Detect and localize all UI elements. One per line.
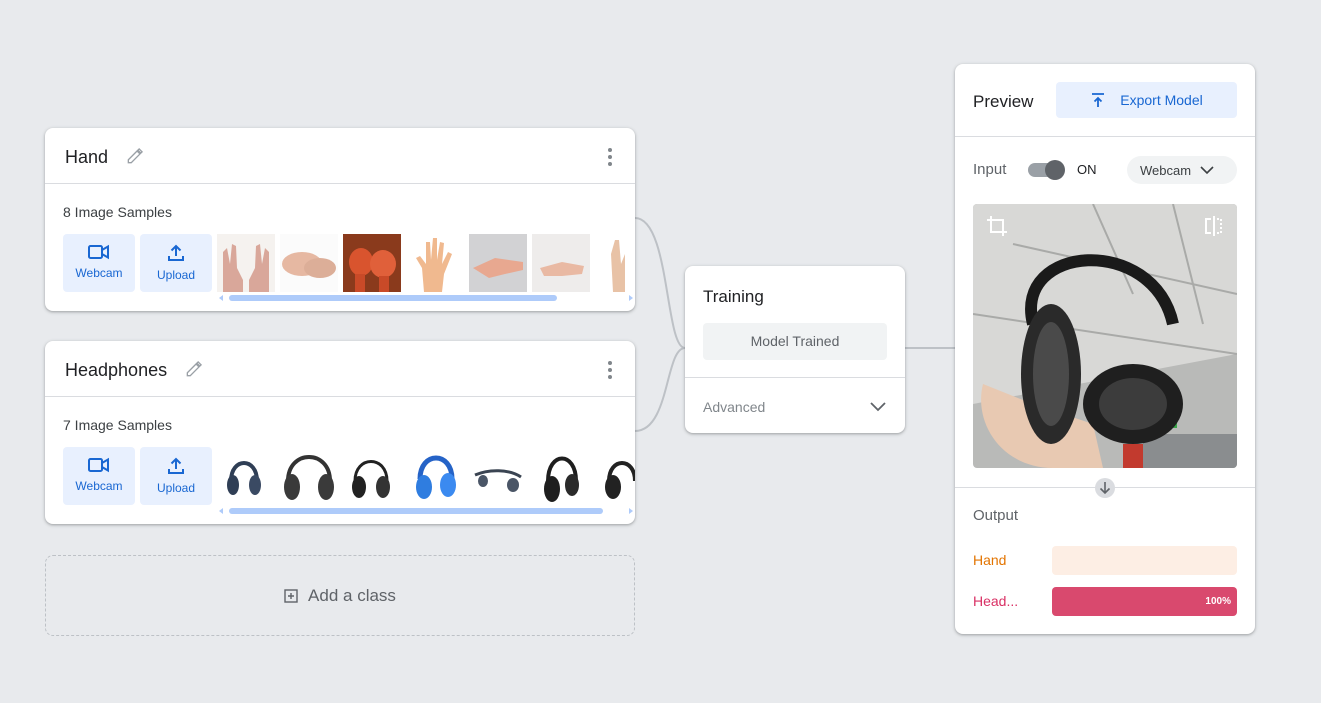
video-camera-icon [88, 457, 109, 473]
sample-thumbnail[interactable] [469, 234, 527, 292]
add-box-icon [284, 588, 298, 603]
webcam-label: Webcam [75, 479, 123, 493]
sample-thumbnail[interactable] [280, 447, 338, 505]
input-toggle-knob[interactable] [1045, 160, 1065, 180]
arrow-down-icon [1095, 478, 1115, 498]
webcam-feed-image [973, 204, 1237, 468]
more-options-icon[interactable] [607, 361, 613, 379]
input-label: Input [973, 161, 1007, 178]
upload-icon [168, 244, 184, 261]
sample-thumbnail[interactable] [532, 234, 590, 292]
scroll-left-arrow[interactable] [219, 295, 223, 301]
upload-label: Upload [156, 268, 196, 282]
preview-title: Preview [973, 92, 1034, 111]
upload-label: Upload [156, 481, 196, 495]
class-header: Hand [45, 128, 635, 184]
add-class-label: Add a class [308, 585, 396, 605]
output-class-label: Head... [973, 593, 1019, 609]
toggle-state: ON [1077, 162, 1097, 177]
thumbnail-scrollbar[interactable] [219, 295, 633, 301]
confidence-bar: 100% [1052, 587, 1237, 616]
add-class-button[interactable]: Add a class [45, 555, 635, 636]
preview-card: Preview Export Model Input ON Webcam Out… [955, 64, 1255, 634]
thumbnail-scrollbar[interactable] [219, 508, 633, 514]
class-name[interactable]: Hand [65, 147, 108, 168]
advanced-toggle-label[interactable]: Advanced [703, 399, 765, 415]
webcam-button[interactable]: Webcam [63, 447, 135, 505]
samples-count: 8 Image Samples [63, 204, 172, 220]
edit-icon[interactable] [125, 146, 145, 166]
output-class-label: Hand [973, 552, 1007, 568]
sample-thumbnail[interactable] [595, 447, 635, 505]
class-card-hand: Hand 8 Image Samples Webcam Upload [45, 128, 635, 311]
scroll-thumb[interactable] [229, 508, 603, 514]
sample-thumbnail[interactable] [469, 447, 527, 505]
sample-thumbnails [217, 447, 635, 505]
divider [955, 136, 1255, 137]
upload-button[interactable]: Upload [140, 447, 212, 505]
sample-thumbnail[interactable] [532, 447, 590, 505]
train-model-button[interactable]: Model Trained [703, 323, 887, 360]
webcam-label: Webcam [75, 266, 123, 280]
scroll-right-arrow[interactable] [629, 508, 633, 514]
class-card-headphones: Headphones 7 Image Samples Webcam Upload [45, 341, 635, 524]
scroll-right-arrow[interactable] [629, 295, 633, 301]
webcam-preview [973, 204, 1237, 468]
output-label: Output [973, 507, 1019, 524]
source-select-value: Webcam [1140, 162, 1192, 178]
sample-thumbnail[interactable] [343, 234, 401, 292]
training-title: Training [703, 287, 764, 306]
class-header: Headphones [45, 341, 635, 397]
video-camera-icon [88, 244, 109, 260]
sample-thumbnail[interactable] [217, 447, 275, 505]
sample-thumbnail[interactable] [280, 234, 338, 292]
sample-thumbnails [217, 234, 635, 292]
chevron-down-icon[interactable] [869, 400, 887, 412]
sample-thumbnail[interactable] [343, 447, 401, 505]
flip-icon[interactable] [1203, 214, 1225, 238]
training-card: Training Model Trained Advanced [685, 266, 905, 433]
sample-thumbnail[interactable] [217, 234, 275, 292]
input-source-select[interactable]: Webcam [1127, 156, 1237, 184]
export-label: Export Model [1120, 92, 1203, 108]
sample-thumbnail[interactable] [595, 234, 635, 292]
confidence-percent: 100% [1205, 596, 1231, 607]
sample-thumbnail[interactable] [406, 447, 464, 505]
scroll-left-arrow[interactable] [219, 508, 223, 514]
chevron-down-icon [1200, 165, 1214, 174]
divider [685, 377, 905, 378]
export-model-button[interactable]: Export Model [1056, 82, 1237, 118]
more-options-icon[interactable] [607, 148, 613, 166]
webcam-button[interactable]: Webcam [63, 234, 135, 292]
scroll-thumb[interactable] [229, 295, 557, 301]
upload-button[interactable]: Upload [140, 234, 212, 292]
samples-count: 7 Image Samples [63, 417, 172, 433]
class-name[interactable]: Headphones [65, 360, 167, 381]
sample-thumbnail[interactable] [406, 234, 464, 292]
upload-icon [168, 457, 184, 474]
confidence-bar [1052, 546, 1237, 575]
crop-icon[interactable] [985, 214, 1009, 238]
export-icon [1092, 93, 1105, 107]
edit-icon[interactable] [184, 359, 204, 379]
